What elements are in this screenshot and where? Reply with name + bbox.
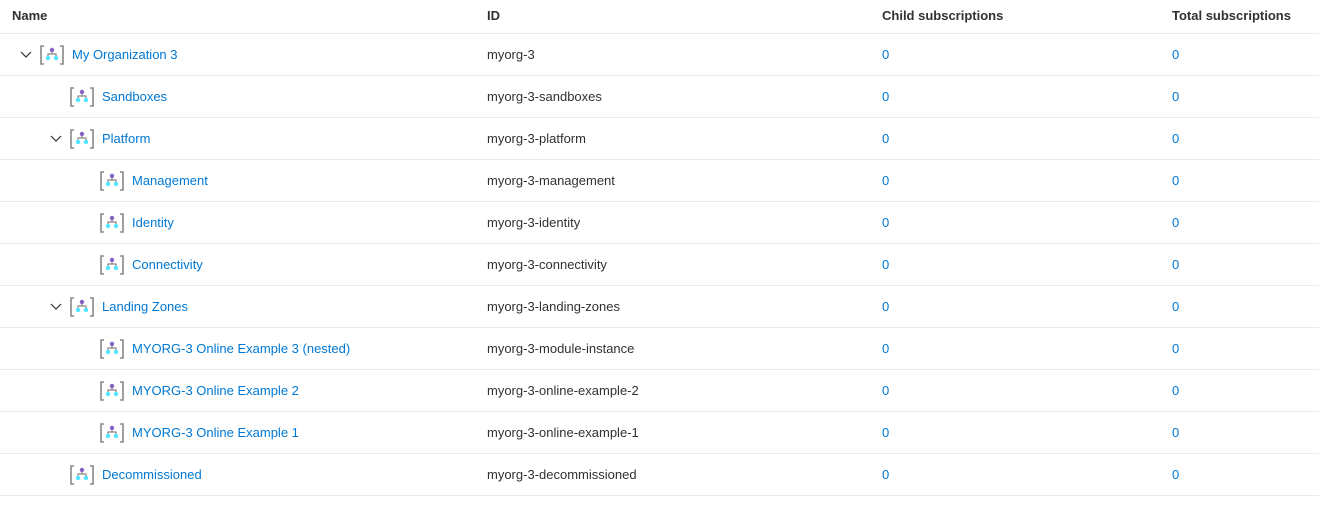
row-id: myorg-3-identity	[475, 202, 870, 244]
row-total-count[interactable]: 0	[1172, 131, 1179, 146]
management-group-icon	[100, 212, 124, 234]
management-group-icon	[70, 464, 94, 486]
row-id: myorg-3	[475, 34, 870, 76]
row-id: myorg-3-online-example-2	[475, 370, 870, 412]
row-id: myorg-3-online-example-1	[475, 412, 870, 454]
row-name-link[interactable]: My Organization 3	[72, 47, 178, 62]
management-group-icon	[70, 296, 94, 318]
row-total-count[interactable]: 0	[1172, 173, 1179, 188]
management-group-icon	[100, 422, 124, 444]
row-name-link[interactable]: Identity	[132, 215, 174, 230]
col-header-id[interactable]: ID	[475, 0, 870, 34]
row-name-link[interactable]: Sandboxes	[102, 89, 167, 104]
table-row: Platform myorg-3-platform 0 0	[0, 118, 1319, 160]
row-name-link[interactable]: Decommissioned	[102, 467, 202, 482]
row-child-count[interactable]: 0	[882, 173, 889, 188]
col-header-child[interactable]: Child subscriptions	[870, 0, 1160, 34]
chevron-down-icon[interactable]	[50, 133, 62, 145]
table-row: Decommissioned myorg-3-decommissioned 0 0	[0, 454, 1319, 496]
row-name-link[interactable]: MYORG-3 Online Example 2	[132, 383, 299, 398]
row-child-count[interactable]: 0	[882, 425, 889, 440]
table-row: Sandboxes myorg-3-sandboxes 0 0	[0, 76, 1319, 118]
row-name-link[interactable]: Connectivity	[132, 257, 203, 272]
row-child-count[interactable]: 0	[882, 47, 889, 62]
management-group-icon	[100, 380, 124, 402]
row-child-count[interactable]: 0	[882, 299, 889, 314]
management-group-icon	[100, 170, 124, 192]
table-row: MYORG-3 Online Example 1 myorg-3-online-e…	[0, 412, 1319, 454]
table-row: MYORG-3 Online Example 2 myorg-3-online-e…	[0, 370, 1319, 412]
table-row: Management myorg-3-management 0 0	[0, 160, 1319, 202]
row-total-count[interactable]: 0	[1172, 215, 1179, 230]
row-id: myorg-3-sandboxes	[475, 76, 870, 118]
row-total-count[interactable]: 0	[1172, 299, 1179, 314]
row-child-count[interactable]: 0	[882, 467, 889, 482]
management-group-icon	[100, 338, 124, 360]
row-name-link[interactable]: Landing Zones	[102, 299, 188, 314]
table-row: MYORG-3 Online Example 3 (nested) myorg-3…	[0, 328, 1319, 370]
table-header-row: Name ID Child subscriptions Total subscr…	[0, 0, 1319, 34]
row-name-link[interactable]: MYORG-3 Online Example 1	[132, 425, 299, 440]
table-row: My Organization 3 myorg-3 0 0	[0, 34, 1319, 76]
row-total-count[interactable]: 0	[1172, 89, 1179, 104]
row-total-count[interactable]: 0	[1172, 467, 1179, 482]
row-child-count[interactable]: 0	[882, 257, 889, 272]
row-id: myorg-3-platform	[475, 118, 870, 160]
row-id: myorg-3-decommissioned	[475, 454, 870, 496]
row-child-count[interactable]: 0	[882, 341, 889, 356]
row-id: myorg-3-module-instance	[475, 328, 870, 370]
row-id: myorg-3-management	[475, 160, 870, 202]
row-total-count[interactable]: 0	[1172, 341, 1179, 356]
table-row: Connectivity myorg-3-connectivity 0 0	[0, 244, 1319, 286]
management-group-icon	[70, 128, 94, 150]
row-id: myorg-3-landing-zones	[475, 286, 870, 328]
row-id: myorg-3-connectivity	[475, 244, 870, 286]
row-total-count[interactable]: 0	[1172, 257, 1179, 272]
row-child-count[interactable]: 0	[882, 215, 889, 230]
chevron-down-icon[interactable]	[50, 301, 62, 313]
management-group-icon	[40, 44, 64, 66]
row-child-count[interactable]: 0	[882, 131, 889, 146]
management-groups-table: Name ID Child subscriptions Total subscr…	[0, 0, 1319, 496]
row-total-count[interactable]: 0	[1172, 425, 1179, 440]
management-group-icon	[70, 86, 94, 108]
table-row: Identity myorg-3-identity 0 0	[0, 202, 1319, 244]
table-row: Landing Zones myorg-3-landing-zones 0 0	[0, 286, 1319, 328]
chevron-down-icon[interactable]	[20, 49, 32, 61]
row-child-count[interactable]: 0	[882, 89, 889, 104]
management-group-icon	[100, 254, 124, 276]
row-name-link[interactable]: Platform	[102, 131, 150, 146]
col-header-total[interactable]: Total subscriptions	[1160, 0, 1319, 34]
col-header-name[interactable]: Name	[0, 0, 475, 34]
row-name-link[interactable]: MYORG-3 Online Example 3 (nested)	[132, 341, 350, 356]
row-total-count[interactable]: 0	[1172, 47, 1179, 62]
row-total-count[interactable]: 0	[1172, 383, 1179, 398]
row-name-link[interactable]: Management	[132, 173, 208, 188]
row-child-count[interactable]: 0	[882, 383, 889, 398]
